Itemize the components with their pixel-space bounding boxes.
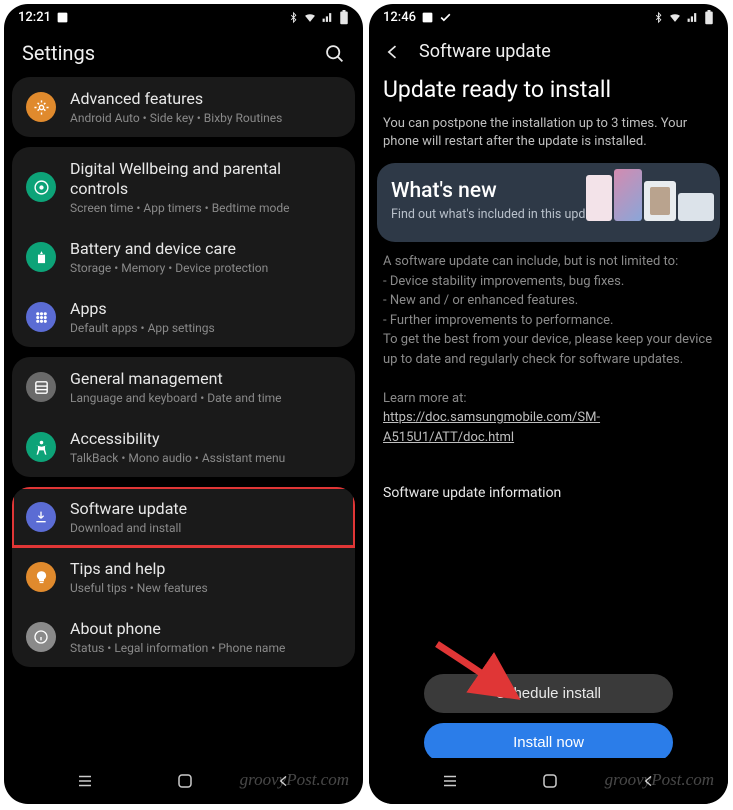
item-title: Advanced features xyxy=(70,89,282,109)
install-heading: Update ready to install xyxy=(369,72,728,111)
update-icon xyxy=(26,502,56,532)
whats-new-title: What's new xyxy=(391,179,610,203)
settings-item-software-update[interactable]: Software update Download and install xyxy=(12,487,355,547)
settings-header: Settings xyxy=(4,27,363,77)
details-outro: To get the best from your device, please… xyxy=(383,330,714,369)
details-intro: A software update can include, but is no… xyxy=(383,252,714,272)
schedule-install-button[interactable]: Schedule install xyxy=(424,674,672,713)
settings-item-tips-help[interactable]: Tips and help Useful tips • New features xyxy=(12,547,355,607)
notification-icon xyxy=(421,11,434,24)
wellbeing-icon xyxy=(26,172,56,202)
status-bar: 12:21 xyxy=(4,4,363,27)
item-subtitle: Android Auto • Side key • Bixby Routines xyxy=(70,111,282,125)
status-time: 12:46 xyxy=(383,10,416,25)
bluetooth-icon xyxy=(288,11,299,24)
learn-more-link[interactable]: https://doc.samsungmobile.com/SM-A515U1/… xyxy=(383,410,600,445)
details-bullet: - Device stability improvements, bug fix… xyxy=(383,272,714,292)
back-arrow-icon[interactable] xyxy=(383,42,403,62)
settings-item-device-care[interactable]: Battery and device care Storage • Memory… xyxy=(12,227,355,287)
notification-icon xyxy=(56,11,69,24)
settings-item-digital-wellbeing[interactable]: Digital Wellbeing and parental controls … xyxy=(12,147,355,227)
whats-new-card[interactable]: What's new Find out what's included in t… xyxy=(377,163,720,242)
update-info-heading: Software update information xyxy=(369,457,728,501)
battery-icon xyxy=(339,10,349,25)
settings-item-advanced-features[interactable]: Advanced features Android Auto • Side ke… xyxy=(12,77,355,137)
item-title: Accessibility xyxy=(70,429,285,449)
check-icon xyxy=(439,11,452,24)
settings-item-general-management[interactable]: General management Language and keyboard… xyxy=(12,357,355,417)
item-title: About phone xyxy=(70,619,285,639)
item-subtitle: Download and install xyxy=(70,521,187,535)
battery-care-icon xyxy=(26,242,56,272)
phone-software-update: 12:46 Software update Update ready to in… xyxy=(369,4,728,804)
install-now-button[interactable]: Install now xyxy=(424,723,672,762)
item-title: Apps xyxy=(70,299,215,319)
page-title: Settings xyxy=(22,41,95,65)
signal-icon xyxy=(686,11,700,24)
home-icon[interactable] xyxy=(176,772,194,790)
tips-icon xyxy=(26,562,56,592)
item-title: General management xyxy=(70,369,282,389)
item-subtitle: Screen time • App timers • Bedtime mode xyxy=(70,201,341,215)
item-title: Software update xyxy=(70,499,187,519)
general-icon xyxy=(26,372,56,402)
item-subtitle: TalkBack • Mono audio • Assistant menu xyxy=(70,451,285,465)
item-subtitle: Status • Legal information • Phone name xyxy=(70,641,285,655)
phone-settings-list: 12:21 Settings Advanced features Android… xyxy=(4,4,363,804)
item-title: Tips and help xyxy=(70,559,208,579)
details-bullet: - New and / or enhanced features. xyxy=(383,291,714,311)
status-bar: 12:46 xyxy=(369,4,728,27)
settings-item-accessibility[interactable]: Accessibility TalkBack • Mono audio • As… xyxy=(12,417,355,477)
install-description: You can postpone the installation up to … xyxy=(369,111,728,163)
wifi-icon xyxy=(668,11,682,24)
accessibility-icon xyxy=(26,432,56,462)
wifi-icon xyxy=(303,11,317,24)
page-title: Software update xyxy=(419,41,551,62)
details-bullet: - Further improvements to performance. xyxy=(383,311,714,331)
nav-bar xyxy=(369,758,728,804)
item-subtitle: Useful tips • New features xyxy=(70,581,208,595)
back-icon[interactable] xyxy=(641,772,657,790)
item-subtitle: Storage • Memory • Device protection xyxy=(70,261,268,275)
whats-new-subtitle: Find out what's included in this update. xyxy=(391,207,610,224)
home-icon[interactable] xyxy=(541,772,559,790)
signal-icon xyxy=(321,11,335,24)
bluetooth-icon xyxy=(653,11,664,24)
search-icon[interactable] xyxy=(324,43,345,64)
back-icon[interactable] xyxy=(276,772,292,790)
item-title: Digital Wellbeing and parental controls xyxy=(70,159,341,199)
whats-new-collage xyxy=(586,169,714,221)
update-details: A software update can include, but is no… xyxy=(369,242,728,457)
learn-more-label: Learn more at: xyxy=(383,389,714,409)
item-subtitle: Default apps • App settings xyxy=(70,321,215,335)
settings-item-about-phone[interactable]: About phone Status • Legal information •… xyxy=(12,607,355,667)
settings-item-apps[interactable]: Apps Default apps • App settings xyxy=(12,287,355,347)
subheader: Software update xyxy=(369,27,728,72)
nav-bar xyxy=(4,758,363,804)
battery-icon xyxy=(704,10,714,25)
about-icon xyxy=(26,622,56,652)
recents-icon[interactable] xyxy=(440,772,460,790)
apps-icon xyxy=(26,302,56,332)
item-subtitle: Language and keyboard • Date and time xyxy=(70,391,282,405)
gear-icon xyxy=(26,92,56,122)
item-title: Battery and device care xyxy=(70,239,268,259)
recents-icon[interactable] xyxy=(75,772,95,790)
status-time: 12:21 xyxy=(18,10,51,25)
